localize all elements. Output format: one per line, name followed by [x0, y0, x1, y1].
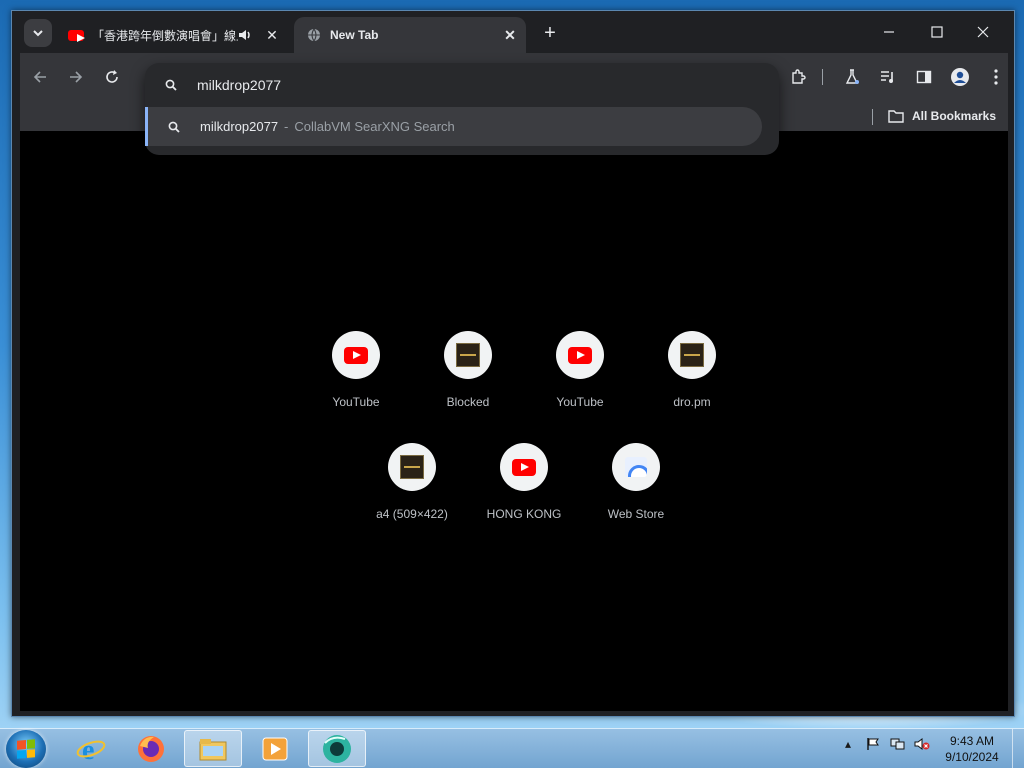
- shortcut-icon-circle: [332, 331, 380, 379]
- show-desktop-button[interactable]: [1012, 729, 1024, 768]
- shortcut-label: HONG KONG: [486, 507, 562, 521]
- all-bookmarks-label: All Bookmarks: [912, 109, 997, 123]
- youtube-icon: [512, 458, 536, 476]
- speaker-icon[interactable]: [238, 28, 256, 42]
- toolbar-divider: [822, 69, 823, 85]
- shortcut-label: YouTube: [332, 395, 380, 409]
- media-controls-icon[interactable]: [874, 63, 902, 91]
- file-explorer-icon[interactable]: [184, 730, 242, 767]
- tab-youtube[interactable]: 「香港跨年倒數演唱會」線上 ✕: [58, 17, 288, 53]
- youtube-icon: [344, 346, 368, 364]
- close-window-icon[interactable]: [968, 19, 998, 45]
- shortcut-tile[interactable]: a4 (509×422): [364, 443, 460, 521]
- volume-muted-icon[interactable]: [914, 737, 930, 754]
- profile-avatar-icon[interactable]: [946, 63, 974, 91]
- globe-icon: [306, 27, 322, 43]
- omnibox-suggestion[interactable]: milkdrop2077 - CollabVM SearXNG Search: [145, 107, 762, 146]
- shortcut-label: a4 (509×422): [376, 507, 448, 521]
- reload-icon[interactable]: [98, 63, 126, 91]
- start-button[interactable]: [6, 730, 46, 768]
- side-panel-icon[interactable]: [910, 63, 938, 91]
- firefox-icon[interactable]: [122, 730, 180, 767]
- youtube-icon: [568, 346, 592, 364]
- svg-text:e: e: [82, 735, 94, 764]
- tab-search-button[interactable]: [24, 19, 52, 47]
- chevron-down-icon: [33, 30, 43, 37]
- shortcut-label: Blocked: [446, 395, 490, 409]
- tab-strip: 「香港跨年倒數演唱會」線上 ✕ New Tab ✕ +: [12, 11, 1014, 53]
- shortcut-tile[interactable]: dro.pm: [644, 331, 740, 409]
- close-icon[interactable]: ✕: [500, 25, 520, 45]
- shortcut-icon-circle: [668, 331, 716, 379]
- thumbnail-icon: [400, 455, 424, 479]
- omnibox-dropdown: milkdrop2077 - CollabVM SearXNG Search: [145, 63, 779, 155]
- minimize-icon[interactable]: [874, 19, 904, 45]
- thumbnail-icon: [456, 343, 480, 367]
- shortcut-tile[interactable]: Blocked: [420, 331, 516, 409]
- search-icon: [168, 121, 180, 133]
- all-bookmarks-button[interactable]: All Bookmarks: [888, 109, 996, 123]
- bookmarks-divider: [872, 109, 873, 125]
- new-tab-page: YouTube Blocked YouTube dro.pm a4 (509×422) H…: [20, 131, 1008, 711]
- labs-flask-icon[interactable]: [838, 63, 866, 91]
- shortcut-tile[interactable]: YouTube: [532, 331, 628, 409]
- tab-title: New Tab: [330, 28, 379, 42]
- network-icon[interactable]: [890, 737, 906, 754]
- shortcut-tile[interactable]: HONG KONG: [476, 443, 572, 521]
- tab-title: 「香港跨年倒數演唱會」線上: [92, 28, 238, 43]
- internet-explorer-icon[interactable]: e: [62, 730, 120, 767]
- shortcut-icon-circle: [612, 443, 660, 491]
- taskbar: e ▴ 9:43 AM 9/10/2024: [0, 728, 1024, 768]
- windows-logo-icon: [17, 739, 35, 759]
- back-arrow-icon[interactable]: [26, 63, 54, 91]
- suggestion-query: milkdrop2077: [200, 119, 279, 134]
- action-center-flag-icon[interactable]: [866, 737, 880, 754]
- menu-kebab-icon[interactable]: [982, 63, 1010, 91]
- folder-icon: [888, 110, 904, 123]
- omnibox-input-row[interactable]: [145, 63, 779, 107]
- shortcut-label: dro.pm: [673, 395, 711, 409]
- suggestion-engine: CollabVM SearXNG Search: [294, 119, 455, 134]
- shortcut-label: YouTube: [556, 395, 604, 409]
- clock-time: 9:43 AM: [949, 734, 995, 748]
- maximize-icon[interactable]: [922, 19, 952, 45]
- extensions-puzzle-icon[interactable]: [784, 63, 812, 91]
- shortcut-icon-circle: [500, 443, 548, 491]
- media-player-icon[interactable]: [246, 730, 304, 767]
- browser-window: 「香港跨年倒數演唱會」線上 ✕ New Tab ✕ + All Bookmark…: [11, 10, 1015, 717]
- address-bar-input[interactable]: [197, 77, 597, 93]
- clock-date: 9/10/2024: [945, 750, 999, 764]
- show-hidden-icons-chevron-icon[interactable]: ▴: [845, 737, 851, 751]
- shortcut-icon-circle: [556, 331, 604, 379]
- suggestion-separator: -: [284, 119, 289, 134]
- thumbnail-icon: [680, 343, 704, 367]
- webstore-icon: [625, 457, 647, 477]
- shortcut-tile[interactable]: YouTube: [308, 331, 404, 409]
- shortcut-icon-circle: [388, 443, 436, 491]
- shortcut-tile[interactable]: Web Store: [588, 443, 684, 521]
- chrome-browser-icon[interactable]: [308, 730, 366, 767]
- shortcut-icon-circle: [444, 331, 492, 379]
- search-icon: [165, 79, 177, 91]
- shortcut-label: Web Store: [607, 507, 665, 521]
- youtube-icon: [68, 27, 85, 43]
- forward-arrow-icon[interactable]: [62, 63, 90, 91]
- system-clock[interactable]: 9:43 AM 9/10/2024: [940, 733, 1004, 765]
- close-icon[interactable]: ✕: [262, 25, 282, 45]
- new-tab-plus-icon[interactable]: +: [538, 21, 562, 45]
- shortcut-tiles: YouTube Blocked YouTube dro.pm a4 (509×422) H…: [20, 131, 1008, 711]
- tab-new-tab[interactable]: New Tab ✕: [294, 17, 526, 53]
